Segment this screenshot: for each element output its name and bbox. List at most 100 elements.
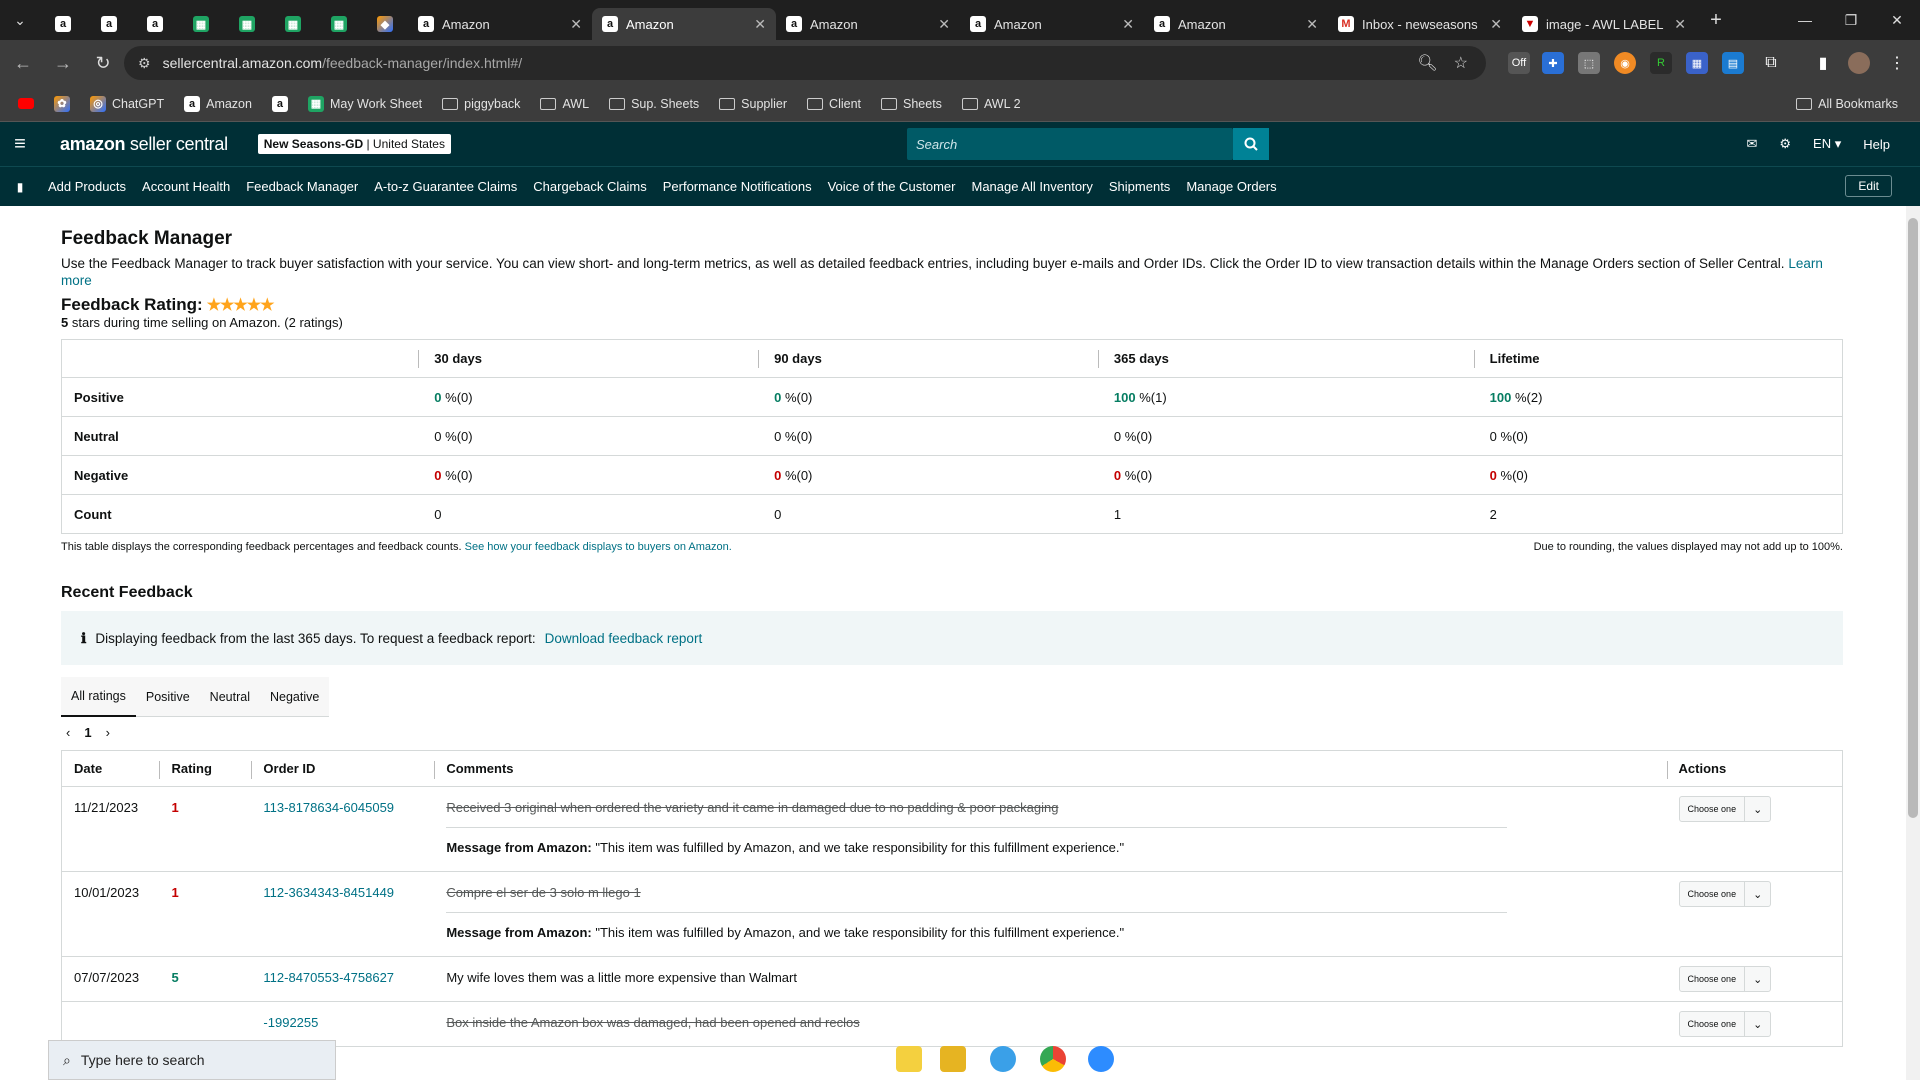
browser-tab[interactable]: ◆	[362, 8, 408, 40]
browser-tab[interactable]: ▦	[224, 8, 270, 40]
telegram-icon[interactable]	[990, 1046, 1016, 1072]
close-tab-icon[interactable]: ✕	[1674, 16, 1686, 33]
sticky-notes-icon[interactable]	[896, 1046, 922, 1072]
nav-link[interactable]: Add Products	[40, 179, 134, 194]
close-tab-icon[interactable]: ✕	[938, 16, 950, 33]
browser-tab[interactable]: a Amazon ✕	[776, 8, 960, 40]
hamburger-menu-icon[interactable]: ≡	[0, 133, 40, 156]
zoom-app-icon[interactable]	[1088, 1046, 1114, 1072]
taskbar-search[interactable]: ⌕ Type here to search	[48, 1040, 336, 1080]
order-id-link[interactable]: -1992255	[263, 1015, 318, 1030]
store-switcher[interactable]: New Seasons-GD | United States	[257, 134, 451, 154]
extension-icon[interactable]: ◉	[1614, 52, 1636, 74]
nav-link[interactable]: Manage Orders	[1178, 179, 1284, 194]
close-tab-icon[interactable]: ✕	[1306, 16, 1318, 33]
close-tab-icon[interactable]: ✕	[570, 16, 582, 33]
bookmark-star-icon[interactable]: ☆	[1454, 53, 1468, 73]
nav-link[interactable]: A-to-z Guarantee Claims	[366, 179, 525, 194]
tab-search-chevron-icon[interactable]: ⌄	[0, 0, 40, 40]
nav-link[interactable]: Manage All Inventory	[963, 179, 1100, 194]
order-id-link[interactable]: 112-8470553-4758627	[263, 970, 394, 985]
close-tab-icon[interactable]: ✕	[1490, 16, 1502, 33]
bookmark-item[interactable]: Client	[799, 90, 869, 118]
browser-tab[interactable]: ▼ image - AWL LABEL ✕	[1512, 8, 1696, 40]
search-input[interactable]: Search	[907, 128, 1233, 160]
nav-link[interactable]: Performance Notifications	[655, 179, 820, 194]
site-info-icon[interactable]: ⚙	[138, 55, 151, 72]
bookmark-item[interactable]: a Amazon	[176, 90, 260, 118]
side-panel-icon[interactable]: ▮	[1812, 52, 1834, 74]
bookmark-item[interactable]: Supplier	[711, 90, 795, 118]
bookmark-item[interactable]: Sup. Sheets	[601, 90, 707, 118]
extensions-puzzle-icon[interactable]: ⧉	[1760, 52, 1782, 74]
choose-one-dropdown[interactable]: Choose one ⌄	[1678, 796, 1772, 822]
choose-one-dropdown[interactable]: Choose one ⌄	[1678, 1011, 1772, 1037]
close-tab-icon[interactable]: ✕	[754, 16, 766, 33]
bookmark-item[interactable]: ▦ May Work Sheet	[300, 90, 430, 118]
nav-link[interactable]: Shipments	[1101, 179, 1178, 194]
language-selector[interactable]: EN ▾	[1813, 136, 1841, 152]
feedback-display-link[interactable]: See how your feedback displays to buyers…	[465, 541, 732, 553]
browser-tab[interactable]: a Amazon ✕	[1144, 8, 1328, 40]
profile-avatar[interactable]	[1848, 52, 1870, 74]
mail-icon[interactable]: ✉	[1746, 136, 1757, 152]
reload-icon[interactable]: ↻	[86, 46, 120, 80]
extension-icon[interactable]: ✚	[1542, 52, 1564, 74]
next-page-icon[interactable]: ›	[106, 725, 110, 740]
bookmark-item[interactable]	[10, 90, 42, 118]
filter-tab[interactable]: Positive	[136, 677, 200, 717]
help-link[interactable]: Help	[1863, 137, 1890, 152]
bookmark-item[interactable]: a	[264, 90, 296, 118]
bookmark-item[interactable]: ◎ ChatGPT	[82, 90, 172, 118]
search-icon[interactable]	[1233, 128, 1269, 160]
gear-icon[interactable]: ⚙	[1779, 136, 1791, 152]
forward-arrow-icon[interactable]: →	[46, 46, 80, 80]
browser-tab[interactable]: M Inbox - newseasons ✕	[1328, 8, 1512, 40]
scrollbar-thumb[interactable]	[1908, 218, 1918, 818]
bookmark-item[interactable]: Sheets	[873, 90, 950, 118]
browser-tab[interactable]: a	[86, 8, 132, 40]
back-arrow-icon[interactable]: ←	[6, 46, 40, 80]
nav-link[interactable]: Account Health	[134, 179, 238, 194]
download-report-link[interactable]: Download feedback report	[545, 631, 703, 646]
seller-central-logo[interactable]: amazon seller central	[60, 134, 228, 155]
filter-tab[interactable]: All ratings	[61, 677, 136, 717]
bookmark-item[interactable]: piggyback	[434, 90, 528, 118]
extension-off-icon[interactable]: Off	[1508, 52, 1530, 74]
file-explorer-icon[interactable]	[940, 1046, 966, 1072]
new-tab-button[interactable]: +	[1696, 0, 1736, 40]
bookmark-item[interactable]: ✿	[46, 90, 78, 118]
choose-one-dropdown[interactable]: Choose one ⌄	[1678, 881, 1772, 907]
current-page[interactable]: 1	[84, 725, 91, 740]
filter-tab[interactable]: Neutral	[200, 677, 260, 717]
browser-tab[interactable]: ▦	[316, 8, 362, 40]
restore-icon[interactable]: ❐	[1828, 0, 1874, 40]
close-tab-icon[interactable]: ✕	[1122, 16, 1134, 33]
extension-icon[interactable]: ⬚	[1578, 52, 1600, 74]
bookmark-item[interactable]: AWL 2	[954, 90, 1029, 118]
choose-one-dropdown[interactable]: Choose one ⌄	[1678, 966, 1772, 992]
browser-tab[interactable]: ▦	[270, 8, 316, 40]
minimize-icon[interactable]: —	[1782, 0, 1828, 40]
calculator-extension-icon[interactable]: ▦	[1686, 52, 1708, 74]
browser-tab[interactable]: a Amazon ✕	[408, 8, 592, 40]
address-bar[interactable]: ⚙ sellercentral.amazon.com/feedback-mana…	[124, 46, 1486, 80]
filter-tab[interactable]: Negative	[260, 677, 329, 717]
edit-nav-button[interactable]: Edit	[1845, 175, 1892, 197]
nav-link[interactable]: Feedback Manager	[238, 179, 366, 194]
zoom-icon[interactable]: 🔍︎	[1417, 53, 1437, 73]
browser-tab[interactable]: a	[132, 8, 178, 40]
nav-link[interactable]: Voice of the Customer	[820, 179, 964, 194]
browser-tab[interactable]: a Amazon ✕	[592, 8, 776, 40]
order-id-link[interactable]: 113-8178634-6045059	[263, 800, 394, 815]
order-id-link[interactable]: 112-3634343-8451449	[263, 885, 394, 900]
prev-page-icon[interactable]: ‹	[66, 725, 70, 740]
close-window-icon[interactable]: ✕	[1874, 0, 1920, 40]
browser-tab[interactable]: a	[40, 8, 86, 40]
all-bookmarks[interactable]: All Bookmarks	[1788, 90, 1906, 118]
nav-link[interactable]: Chargeback Claims	[525, 179, 654, 194]
browser-tab[interactable]: a Amazon ✕	[960, 8, 1144, 40]
extension-icon[interactable]: ▤	[1722, 52, 1744, 74]
bookmark-item[interactable]: AWL	[532, 90, 597, 118]
menu-kebab-icon[interactable]: ⋮	[1886, 52, 1908, 74]
